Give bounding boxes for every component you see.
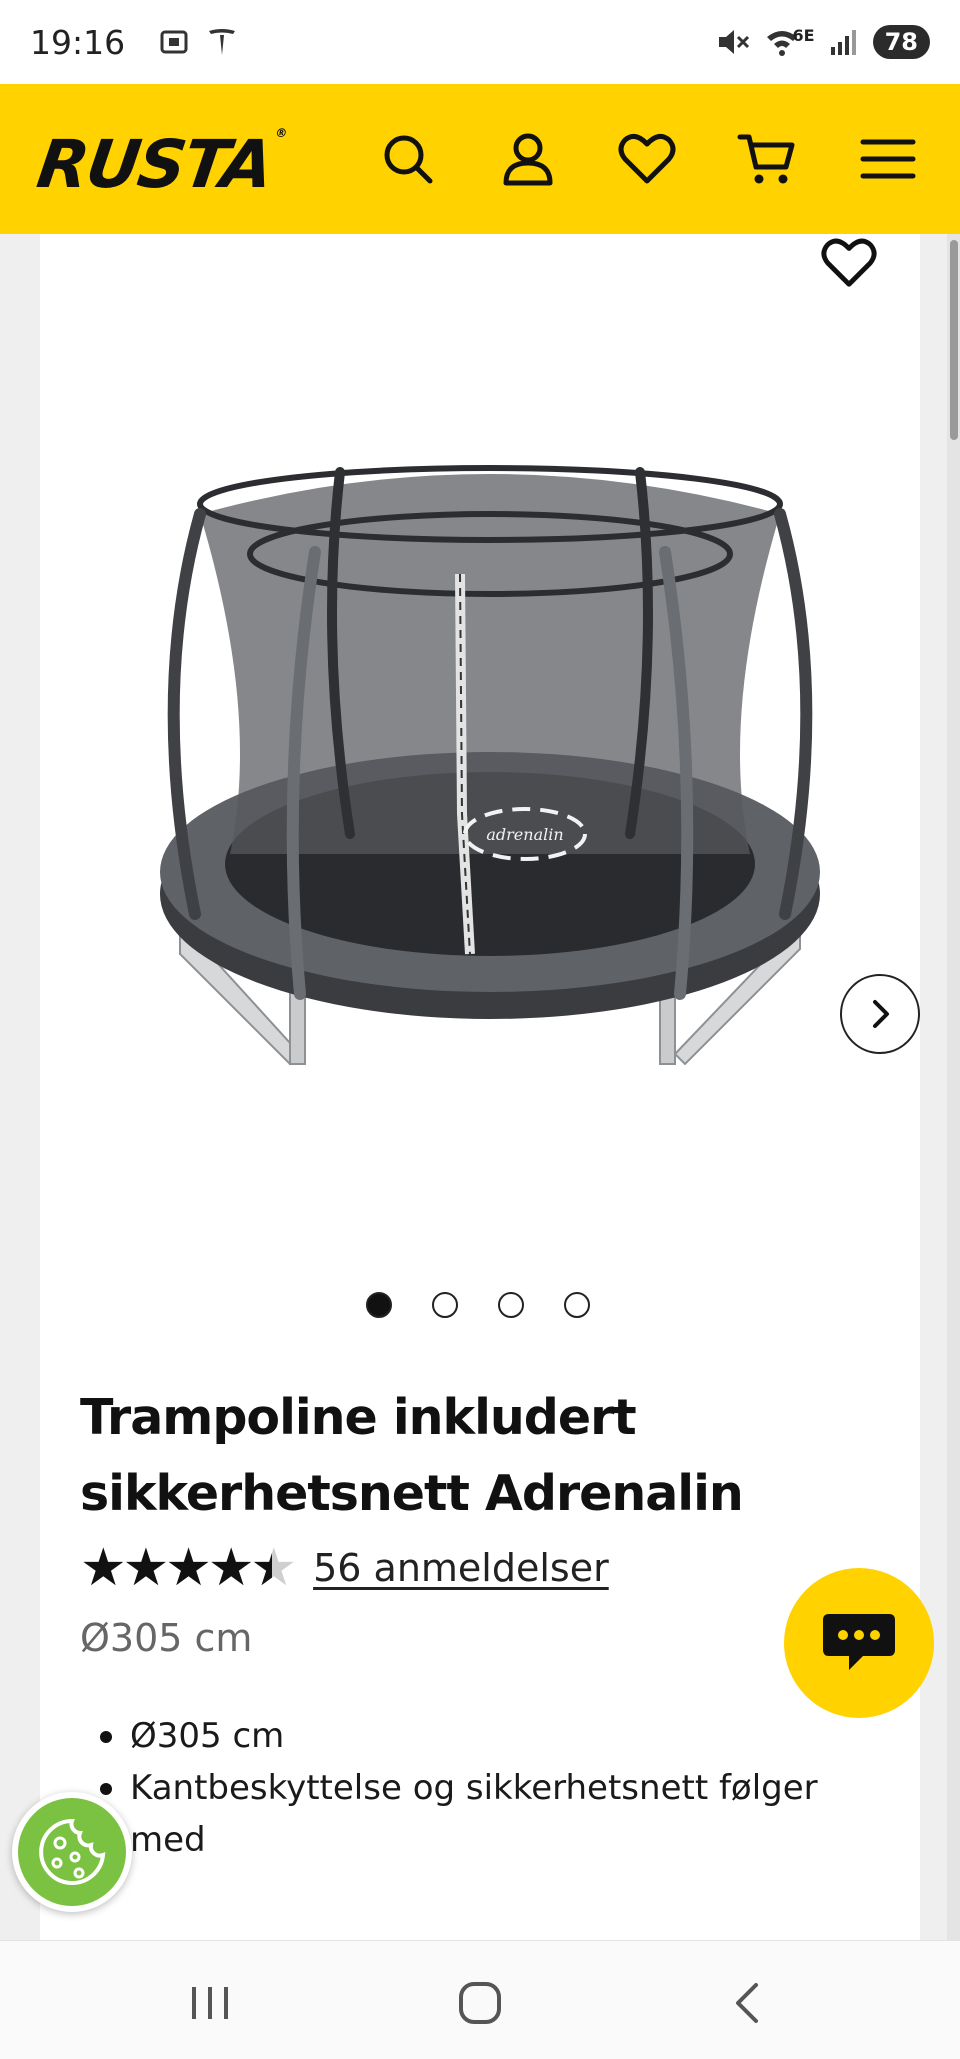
screenshot-icon (160, 30, 188, 54)
carousel-dot-1[interactable] (366, 1292, 392, 1318)
feature-item: Kantbeskyttelse og sikkerhetsnett følger… (100, 1762, 840, 1866)
registered-mark: ® (274, 126, 287, 140)
rating-stars: ★★★★★ ★★★★★ (80, 1540, 297, 1596)
image-brand-text: adrenalin (486, 825, 563, 844)
system-nav-bar (0, 1940, 960, 2059)
scrollbar-track[interactable] (947, 234, 960, 1940)
product-size: Ø305 cm (80, 1616, 253, 1660)
wifi-indicator: 6E (765, 25, 815, 57)
status-time: 19:16 (30, 22, 126, 62)
back-icon[interactable] (718, 1975, 778, 2031)
feature-list: Ø305 cm Kantbeskyttelse og sikkerhetsnet… (100, 1710, 840, 1866)
chat-bubble-icon (823, 1614, 895, 1670)
search-icon[interactable] (378, 129, 438, 189)
page: 19:16 6E 78 RUSTA® adrenalin Trampoline … (0, 0, 960, 2059)
chevron-right-icon (873, 1000, 889, 1028)
carousel-dot-3[interactable] (498, 1292, 524, 1318)
product-title: Trampoline inkludert sikkerhetsnett Adre… (80, 1389, 744, 1522)
rusta-logo[interactable]: RUSTA® (33, 126, 287, 203)
carousel-dots (366, 1292, 590, 1318)
heart-icon[interactable] (617, 129, 677, 189)
feature-item: Ø305 cm (100, 1710, 840, 1762)
site-header: RUSTA® (0, 84, 960, 234)
cart-icon[interactable] (737, 129, 797, 189)
status-right: 6E 78 (715, 25, 930, 59)
stars-filled: ★★★★★ (80, 1540, 272, 1596)
rating-row: ★★★★★ ★★★★★ 56 anmeldelser (80, 1540, 609, 1596)
mute-icon (718, 30, 749, 54)
network-label: 6E (792, 25, 815, 45)
home-icon[interactable] (450, 1975, 510, 2031)
status-left: 19:16 (30, 23, 239, 62)
product-image[interactable]: adrenalin (140, 394, 840, 1114)
recent-apps-icon[interactable] (180, 1975, 240, 2031)
logo-text: RUSTA (32, 126, 277, 203)
reviews-link[interactable]: 56 anmeldelser (313, 1546, 609, 1590)
product-card: adrenalin Trampoline inkludert sikkerhet… (40, 234, 920, 1940)
status-bar: 19:16 6E 78 (0, 0, 960, 84)
carousel-next-button[interactable] (840, 974, 920, 1054)
user-icon[interactable] (498, 129, 558, 189)
menu-icon[interactable] (858, 129, 918, 189)
tesla-icon (209, 29, 236, 55)
scrollbar-thumb[interactable] (950, 240, 958, 440)
carousel-dot-2[interactable] (432, 1292, 458, 1318)
wishlist-heart-icon[interactable] (820, 234, 878, 292)
cookie-icon (39, 1818, 106, 1885)
carousel-dot-4[interactable] (564, 1292, 590, 1318)
signal-icon (830, 30, 856, 55)
chat-button[interactable] (784, 1568, 934, 1718)
battery-indicator: 78 (872, 25, 930, 59)
cookie-settings-button[interactable] (12, 1792, 132, 1912)
